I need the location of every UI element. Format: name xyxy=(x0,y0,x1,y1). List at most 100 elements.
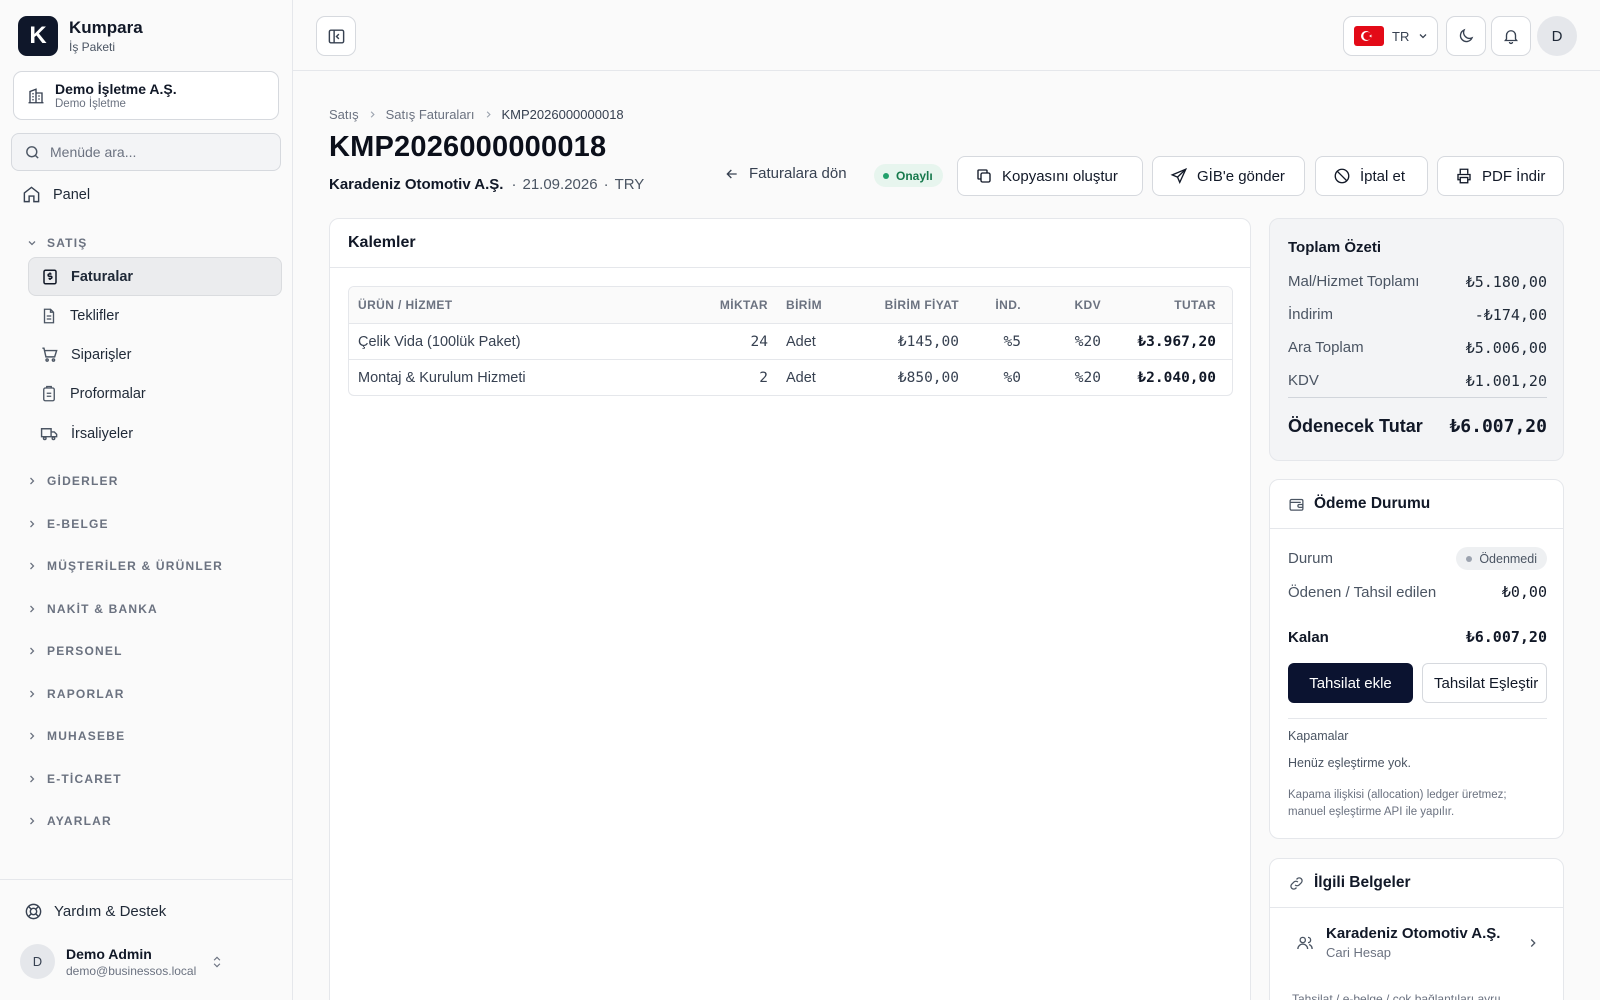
nav-section-personel[interactable]: PERSONEL xyxy=(26,644,123,658)
column-header: KDV xyxy=(1074,298,1101,312)
company-switcher[interactable]: Demo İşletme A.Ş. Demo İşletme xyxy=(13,71,279,120)
nav-item-panel[interactable]: Panel xyxy=(22,185,90,204)
nav-section-nakit[interactable]: NAKİT & BANKA xyxy=(26,602,158,616)
chevron-down-icon xyxy=(26,237,38,249)
brand[interactable]: K Kumpara İş Paketi xyxy=(18,16,143,56)
back-to-invoices-link[interactable]: Faturalara dön xyxy=(724,165,847,182)
help-label: Yardım & Destek xyxy=(54,903,167,920)
chevron-right-icon xyxy=(26,603,38,615)
paid-label: Ödenen / Tahsil edilen xyxy=(1288,583,1437,601)
copy-button[interactable]: Kopyasını oluştur xyxy=(957,156,1143,196)
sidebar-toggle-button[interactable] xyxy=(316,16,356,56)
table-row: Montaj & Kurulum Hizmeti 2 Adet ₺850,00 … xyxy=(349,359,1232,395)
related-item-type: Cari Hesap xyxy=(1326,945,1392,960)
summary-value: ₺1.001,20 xyxy=(1465,372,1547,390)
help-link[interactable]: Yardım & Destek xyxy=(24,902,166,921)
pdf-download-button[interactable]: PDF İndir xyxy=(1437,156,1564,196)
breadcrumb-satis-faturalari[interactable]: Satış Faturaları xyxy=(386,107,475,122)
column-header: ÜRÜN / HİZMET xyxy=(358,298,453,312)
send-gib-button[interactable]: GİB'e gönder xyxy=(1152,156,1305,196)
theme-toggle-button[interactable] xyxy=(1446,16,1486,56)
brand-name: Kumpara xyxy=(69,18,143,37)
document-icon xyxy=(40,307,58,325)
menu-search-input[interactable]: Menüde ara... xyxy=(11,133,281,171)
nav-item-teklifler[interactable]: Teklifler xyxy=(28,296,282,335)
payment-title: Ödeme Durumu xyxy=(1314,495,1431,512)
chevron-right-icon xyxy=(483,109,494,120)
grand-total-value: ₺6.007,20 xyxy=(1449,416,1547,437)
column-header: MİKTAR xyxy=(719,298,768,312)
payment-status-card: Ödeme Durumu Durum Ödenmedi Ödenen / Tah… xyxy=(1269,479,1564,839)
nav-section-label: E-BELGE xyxy=(47,517,109,531)
breadcrumb: Satış Satış Faturaları KMP2026000000018 xyxy=(329,107,624,122)
nav-section-satis[interactable]: SATIŞ xyxy=(26,236,87,250)
match-collection-button[interactable]: Tahsilat Eşleştir xyxy=(1422,663,1547,703)
nav-section-raporlar[interactable]: RAPORLAR xyxy=(26,687,125,701)
nav-item-label: Proformalar xyxy=(70,385,146,402)
nav-item-label: İrsaliyeler xyxy=(71,425,134,442)
send-icon xyxy=(1170,167,1188,185)
cancel-invoice-button[interactable]: İptal et xyxy=(1315,156,1428,196)
summary-value: ₺5.180,00 xyxy=(1465,273,1547,291)
cell-price: ₺850,00 xyxy=(897,369,959,386)
nav-section-eticaret[interactable]: E-TİCARET xyxy=(26,772,122,786)
column-header: İND. xyxy=(995,298,1021,312)
sidebar-footer: Yardım & Destek D Demo Admin demo@busine… xyxy=(0,879,293,1000)
wallet-icon xyxy=(1288,496,1305,513)
invoice-dollar-icon xyxy=(41,268,59,286)
cell-qty: 24 xyxy=(750,333,768,350)
chevron-right-icon xyxy=(26,645,38,657)
search-icon xyxy=(24,144,41,161)
related-documents-card: İlgili Belgeler Karadeniz Otomotiv A.Ş. … xyxy=(1269,858,1564,1000)
nav-section-ebelge[interactable]: E-BELGE xyxy=(26,517,109,531)
summary-label: Ara Toplam xyxy=(1288,339,1364,356)
nav-item-irsaliyeler[interactable]: İrsaliyeler xyxy=(28,414,282,453)
nav-section-muhasebe[interactable]: MUHASEBE xyxy=(26,729,125,743)
summary-label: Mal/Hizmet Toplamı xyxy=(1288,273,1420,290)
cell-discount: %5 xyxy=(1003,333,1021,350)
nav-item-siparisler[interactable]: Siparişler xyxy=(28,335,282,374)
turkey-flag-icon xyxy=(1354,26,1384,46)
status-dot xyxy=(1466,555,1473,562)
table-row: Çelik Vida (100lük Paket) 24 Adet ₺145,0… xyxy=(349,323,1232,359)
printer-icon xyxy=(1455,167,1473,185)
link-icon xyxy=(1288,875,1305,892)
bell-icon xyxy=(1502,27,1520,45)
building-icon xyxy=(27,87,45,105)
cell-unit: Adet xyxy=(786,333,816,350)
nav-section-label: AYARLAR xyxy=(47,814,112,828)
divider xyxy=(1288,718,1547,719)
related-note: Tahsilat / e-belge / çok bağlantıları ay… xyxy=(1292,992,1501,1000)
nav-section-ayarlar[interactable]: AYARLAR xyxy=(26,814,112,828)
invoice-meta: Karadeniz Otomotiv A.Ş. · 21.09.2026 · T… xyxy=(329,176,644,193)
status-label: Onaylı xyxy=(896,168,933,183)
summary-value: -₺174,00 xyxy=(1474,306,1547,324)
chevron-right-icon xyxy=(26,688,38,700)
add-collection-button[interactable]: Tahsilat ekle xyxy=(1288,663,1413,703)
cart-icon xyxy=(40,345,59,364)
chevron-right-icon xyxy=(26,475,38,487)
notifications-button[interactable] xyxy=(1491,16,1531,56)
send-gib-label: GİB'e gönder xyxy=(1197,167,1285,185)
nav-section-giderler[interactable]: GİDERLER xyxy=(26,474,119,488)
closures-note: Kapama ilişkisi (allocation) ledger üret… xyxy=(1288,789,1507,818)
nav-item-faturalar[interactable]: Faturalar xyxy=(28,257,282,296)
nav-section-musteriler[interactable]: MÜŞTERİLER & ÜRÜNLER xyxy=(26,559,223,573)
nav-section-label: SATIŞ xyxy=(47,236,88,250)
related-item-account[interactable]: Karadeniz Otomotiv A.Ş. Cari Hesap xyxy=(1296,925,1546,960)
user-email: demo@businessos.local xyxy=(66,963,197,978)
nav-item-proformalar[interactable]: Proformalar xyxy=(28,374,282,413)
nav-section-label: GİDERLER xyxy=(47,474,119,488)
page-title: KMP2026000000018 xyxy=(329,131,607,163)
profile-avatar[interactable]: D xyxy=(1537,16,1577,56)
items-card-title: Kalemler xyxy=(330,219,1250,268)
user-menu[interactable]: D Demo Admin demo@businessos.local xyxy=(20,944,224,979)
nav-item-label: Teklifler xyxy=(70,307,120,324)
cancel-label: İptal et xyxy=(1360,167,1406,185)
breadcrumb-satis[interactable]: Satış xyxy=(329,107,359,122)
column-header: TUTAR xyxy=(1174,298,1216,312)
customer-name[interactable]: Karadeniz Otomotiv A.Ş. xyxy=(329,176,503,193)
language-selector[interactable]: TR xyxy=(1343,16,1438,56)
brand-subtitle: İş Paketi xyxy=(69,40,116,54)
cell-total: ₺3.967,20 xyxy=(1137,333,1216,350)
